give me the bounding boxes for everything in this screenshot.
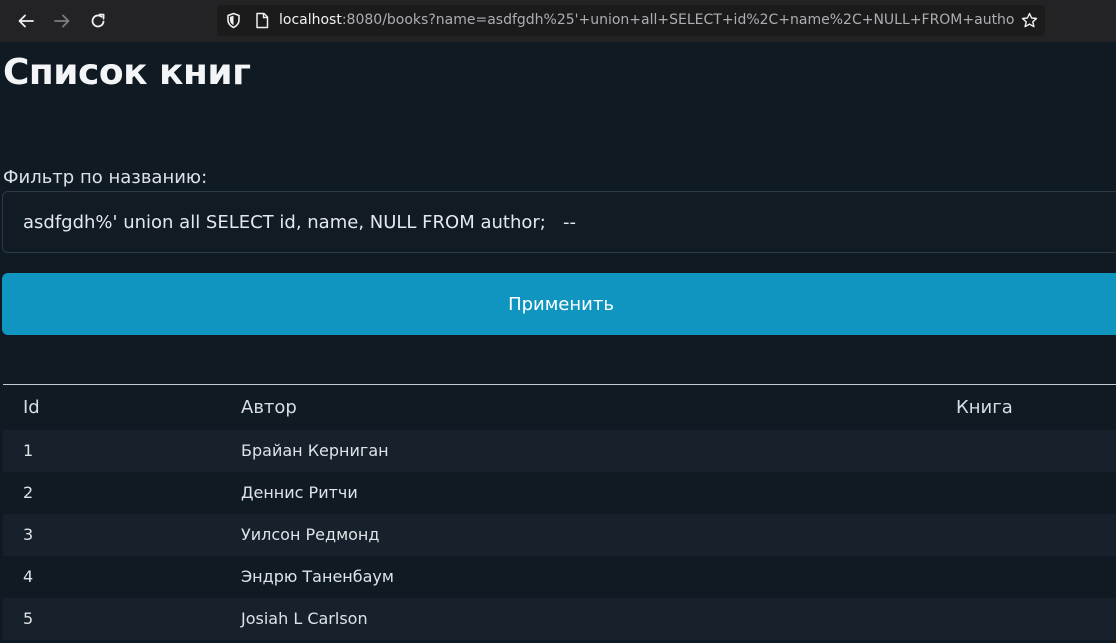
apply-button[interactable]: Применить bbox=[2, 273, 1116, 335]
table-row: 2 Деннис Ритчи bbox=[3, 471, 1116, 514]
reload-icon bbox=[91, 13, 105, 28]
cell-id: 4 bbox=[3, 555, 221, 598]
header-id: Id bbox=[3, 384, 221, 430]
table-row: 3 Уилсон Редмонд bbox=[3, 513, 1116, 556]
back-button[interactable] bbox=[14, 9, 38, 33]
arrow-left-icon bbox=[18, 14, 34, 28]
cell-id: 1 bbox=[3, 429, 221, 472]
url-host: localhost bbox=[279, 12, 342, 28]
reload-button[interactable] bbox=[86, 9, 110, 33]
cell-author: Уилсон Редмонд bbox=[221, 513, 936, 556]
cell-author: Брайан Керниган bbox=[221, 429, 936, 472]
cell-book bbox=[936, 429, 1116, 472]
header-author: Автор bbox=[221, 384, 936, 430]
page-title: Список книг bbox=[3, 52, 251, 93]
table-row: 4 Эндрю Таненбаум bbox=[3, 555, 1116, 598]
filter-input[interactable] bbox=[2, 191, 1116, 253]
table-row: 1 Брайан Керниган bbox=[3, 429, 1116, 472]
browser-toolbar: localhost:8080/books?name=asdfgdh%25'+un… bbox=[0, 0, 1116, 42]
url-text[interactable]: localhost:8080/books?name=asdfgdh%25'+un… bbox=[279, 5, 1015, 36]
address-bar[interactable]: localhost:8080/books?name=asdfgdh%25'+un… bbox=[217, 5, 1045, 36]
table-row: 5 Josiah L Carlson bbox=[3, 597, 1116, 640]
url-path: :8080/books?name=asdfgdh%25'+union+all+S… bbox=[341, 12, 1015, 28]
bookmark-star-icon[interactable] bbox=[1021, 12, 1038, 29]
cell-book bbox=[936, 597, 1116, 640]
table-header-row: Id Автор Книга bbox=[3, 384, 1116, 430]
cell-book bbox=[936, 555, 1116, 598]
filter-label: Фильтр по названию: bbox=[3, 167, 208, 188]
cell-book bbox=[936, 513, 1116, 556]
cell-id: 3 bbox=[3, 513, 221, 556]
cell-author: Деннис Ритчи bbox=[221, 471, 936, 514]
arrow-right-icon bbox=[54, 14, 70, 28]
cell-id: 2 bbox=[3, 471, 221, 514]
cell-id: 5 bbox=[3, 597, 221, 640]
books-table: Id Автор Книга 1 Брайан Керниган 2 Денни… bbox=[3, 384, 1116, 640]
cell-author: Josiah L Carlson bbox=[221, 597, 936, 640]
cell-book bbox=[936, 471, 1116, 514]
forward-button[interactable] bbox=[50, 9, 74, 33]
shield-icon[interactable] bbox=[225, 12, 242, 29]
page-icon[interactable] bbox=[254, 12, 270, 29]
header-book: Книга bbox=[936, 384, 1116, 430]
cell-author: Эндрю Таненбаум bbox=[221, 555, 936, 598]
page-content: Список книг Фильтр по названию: Применит… bbox=[0, 42, 1116, 643]
